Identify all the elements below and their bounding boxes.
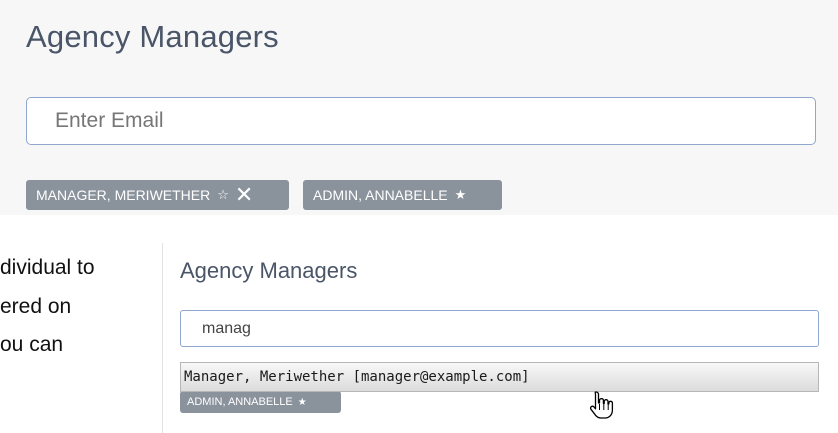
- side-text-line: ou can: [0, 333, 64, 356]
- manager-chip-annabelle[interactable]: ADMIN, ANNABELLE ★: [180, 391, 341, 413]
- close-icon[interactable]: ✕: [235, 184, 253, 206]
- agency-managers-panel-top: Agency Managers MANAGER, MERIWETHER ☆ ✕ …: [0, 0, 838, 215]
- divider: [162, 243, 163, 433]
- section-title: Agency Managers: [180, 258, 358, 283]
- chip-label: ADMIN, ANNABELLE: [313, 187, 448, 203]
- page-title: Agency Managers: [26, 19, 279, 54]
- manager-chip-annabelle[interactable]: ADMIN, ANNABELLE ★: [303, 180, 502, 210]
- autocomplete-suggestion[interactable]: Manager, Meriwether [manager@example.com…: [180, 362, 819, 392]
- suggestion-label: Manager, Meriwether [manager@example.com…: [184, 369, 530, 385]
- side-text-line: ered on: [0, 295, 72, 318]
- star-outline-icon[interactable]: ☆: [217, 187, 229, 203]
- chip-label: MANAGER, MERIWETHER: [36, 187, 211, 203]
- star-filled-icon[interactable]: ★: [298, 397, 307, 408]
- chip-label: ADMIN, ANNABELLE: [187, 396, 293, 408]
- hand-pointer-icon: [589, 391, 614, 419]
- email-search-input[interactable]: [180, 310, 819, 347]
- side-text-line: dividual to: [0, 256, 95, 279]
- star-filled-icon[interactable]: ★: [455, 187, 467, 203]
- email-input[interactable]: [26, 97, 816, 145]
- manager-chip-meriwether[interactable]: MANAGER, MERIWETHER ☆ ✕: [26, 180, 289, 210]
